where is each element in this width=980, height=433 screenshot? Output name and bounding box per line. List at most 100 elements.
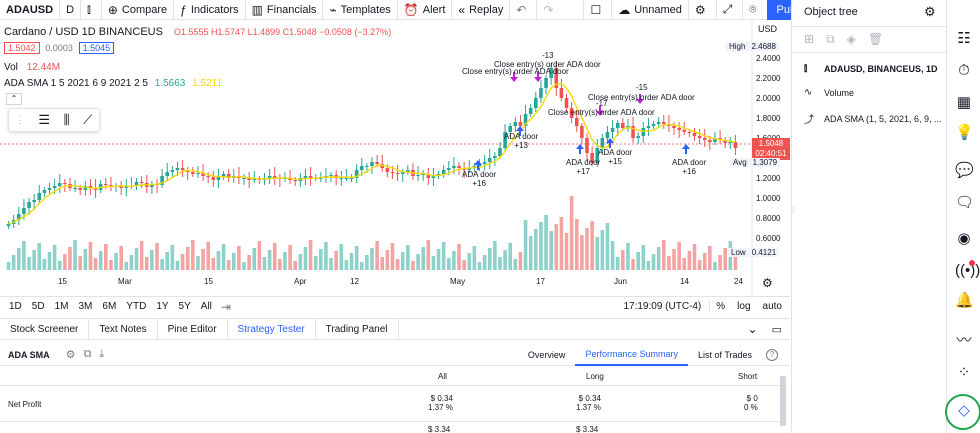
- report-tab-list-of-trades[interactable]: List of Trades: [688, 344, 762, 366]
- volume-bar: [518, 252, 523, 270]
- axis-settings-icon[interactable]: ⚙: [762, 276, 773, 290]
- chats-icon[interactable]: 💬: [955, 162, 974, 180]
- maximize-panel-icon[interactable]: ▭: [764, 323, 790, 336]
- volume-bar: [687, 251, 692, 270]
- timeframe-3m[interactable]: 3M: [74, 301, 98, 312]
- collapse-panel-icon[interactable]: ⌄: [742, 322, 764, 336]
- tab-strategy-tester[interactable]: Strategy Tester: [228, 318, 316, 340]
- volume-bar: [661, 240, 666, 270]
- timeframe-5y[interactable]: 5Y: [174, 301, 196, 312]
- currency-label[interactable]: USD: [758, 24, 777, 34]
- interval-button[interactable]: D: [60, 0, 82, 20]
- tree-item-strategy[interactable]: ⤴ ADA SMA (1, 5, 2021, 6, 9, ...: [804, 111, 942, 127]
- log-scale-toggle[interactable]: log: [731, 301, 756, 312]
- strategy-settings-icon[interactable]: ⚙: [66, 348, 76, 361]
- financials-button[interactable]: ▥ Financials: [246, 0, 324, 20]
- alert-button[interactable]: ⏰ Alert: [398, 0, 453, 20]
- percent-scale-toggle[interactable]: %: [710, 301, 731, 312]
- tree-item-symbol[interactable]: ⫾ ADAUSD, BINANCEUS, 1D: [804, 63, 938, 74]
- add-folder-icon[interactable]: ⊞: [804, 32, 814, 47]
- volume-bar: [359, 262, 364, 270]
- tab-stock-screener[interactable]: Stock Screener: [0, 318, 90, 340]
- table-scrollbar[interactable]: [780, 376, 786, 426]
- sma-legend[interactable]: ADA SMA 1 5 2021 6 9 2021 2 5 1.5663 1.5…: [4, 78, 222, 89]
- volume-bar: [651, 254, 656, 270]
- volume-bar: [395, 259, 400, 270]
- download-icon[interactable]: ⤓: [99, 348, 104, 361]
- timeframe-1d[interactable]: 1D: [4, 301, 27, 312]
- timeframe-5d[interactable]: 5D: [27, 301, 50, 312]
- candle: [574, 118, 579, 126]
- timeframe-ytd[interactable]: YTD: [121, 301, 151, 312]
- undo-button[interactable]: ↶: [510, 0, 538, 20]
- fullscreen-button[interactable]: ⤢: [717, 0, 744, 20]
- help-icon[interactable]: ?: [766, 348, 778, 361]
- drag-handle-icon[interactable]: ⋮: [16, 115, 25, 126]
- ideas-icon[interactable]: 💡: [955, 124, 974, 142]
- layout-name-button[interactable]: ☁ Unnamed: [612, 0, 689, 20]
- bell-icon[interactable]: 🔔: [955, 292, 974, 310]
- select-layout-button[interactable]: ☐: [583, 0, 613, 20]
- symbol-search[interactable]: ADAUSD: [0, 0, 61, 20]
- entry-label-3: ADA door +17: [566, 158, 600, 176]
- volume-bar: [723, 248, 727, 270]
- calendar-icon[interactable]: ▦: [955, 94, 973, 112]
- tab-pine-editor[interactable]: Pine Editor: [158, 318, 228, 340]
- streams-icon[interactable]: ◉: [955, 230, 973, 248]
- dots-grid-icon[interactable]: ⁘: [955, 364, 973, 382]
- chart-type-button[interactable]: ⫾: [81, 0, 102, 20]
- date-range-icon[interactable]: ⇥: [221, 300, 231, 314]
- bid-price[interactable]: 1.5042: [4, 42, 40, 54]
- volume-bar: [646, 261, 651, 270]
- auto-scale-toggle[interactable]: auto: [757, 301, 790, 312]
- strategy-source-icon[interactable]: ⧉: [84, 348, 92, 361]
- timeframe-1y[interactable]: 1Y: [151, 301, 173, 312]
- compare-button[interactable]: ⊕ Compare: [102, 0, 175, 20]
- settings-button[interactable]: ⚙: [689, 0, 717, 20]
- timeframe-all[interactable]: All: [196, 301, 217, 312]
- snapshot-button[interactable]: ⌾: [743, 0, 766, 20]
- panel-settings-icon[interactable]: ⚙: [924, 4, 936, 20]
- templates-button[interactable]: ⌁ Templates: [323, 0, 398, 20]
- chart-area[interactable]: Cardano / USD 1D BINANCEUS O1.5555 H1.57…: [0, 20, 790, 296]
- object-tree-layers-icon[interactable]: ◇: [955, 402, 973, 420]
- redo-button[interactable]: ↷: [537, 0, 563, 20]
- candle: [528, 108, 533, 114]
- clock-display[interactable]: 17:19:09 (UTC-4): [615, 301, 711, 312]
- pattern-tool-icon[interactable]: ⫼: [64, 112, 70, 128]
- forecast-tool-icon[interactable]: ⟋: [83, 112, 92, 128]
- net-profit-long-value: $ 0.34: [578, 394, 601, 403]
- timeframe-1m[interactable]: 1M: [50, 301, 74, 312]
- fx-icon: ƒ: [180, 2, 187, 17]
- alerts-clock-icon[interactable]: ⏱: [955, 62, 973, 80]
- fib-tool-icon[interactable]: ☰: [38, 112, 50, 128]
- candle: [564, 98, 569, 108]
- timeframe-6m[interactable]: 6M: [97, 301, 121, 312]
- candle: [677, 128, 681, 130]
- ask-price[interactable]: 1.5045: [78, 42, 115, 54]
- collapse-legend-button[interactable]: ⌃: [6, 93, 22, 105]
- volume-bar: [610, 241, 615, 270]
- volume-bar: [426, 240, 431, 270]
- volume-bar: [595, 237, 600, 270]
- volume-bar: [605, 223, 610, 270]
- report-tab-performance-summary[interactable]: Performance Summary: [575, 344, 688, 366]
- tree-item-volume[interactable]: ∿ Volume: [804, 87, 854, 98]
- replay-button[interactable]: «Replay: [452, 0, 511, 20]
- report-tab-overview[interactable]: Overview: [518, 344, 576, 366]
- messages-icon[interactable]: 🗨: [955, 194, 974, 212]
- avg-label: Avg: [730, 158, 750, 167]
- clone-icon[interactable]: ⧉: [826, 32, 835, 47]
- watchlist-icon[interactable]: ☷: [955, 30, 973, 48]
- delete-icon[interactable]: 🗑: [868, 32, 883, 47]
- trend-icon[interactable]: 〰: [955, 332, 973, 350]
- candle: [641, 128, 646, 136]
- tab-text-notes[interactable]: Text Notes: [89, 318, 158, 340]
- panel-resize-handle[interactable]: ⁞: [792, 206, 796, 226]
- volume-bar: [88, 242, 93, 270]
- indicators-button[interactable]: ƒ Indicators: [174, 0, 246, 20]
- volume-bar: [257, 241, 262, 270]
- tab-trading-panel[interactable]: Trading Panel: [316, 318, 399, 340]
- layers-icon[interactable]: ◈: [847, 32, 856, 47]
- candle: [651, 124, 656, 126]
